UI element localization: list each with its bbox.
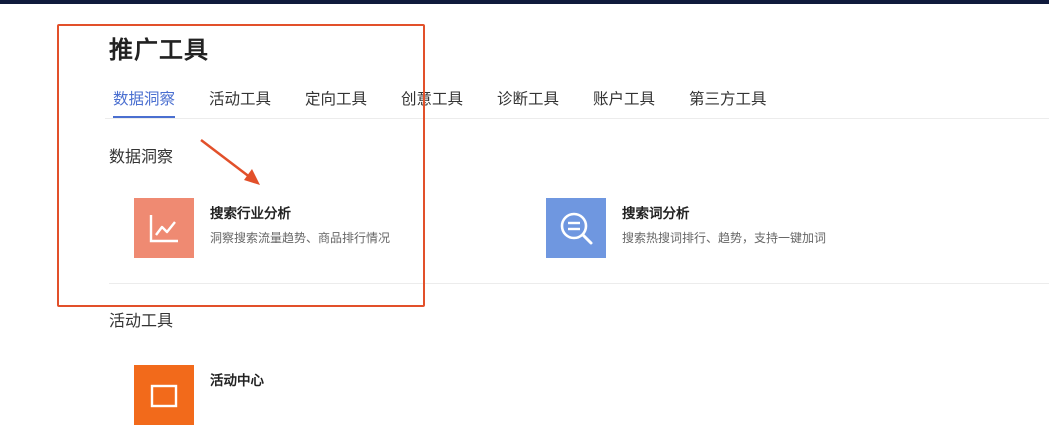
tool-card-search-industry-analysis[interactable]: 搜索行业分析 洞察搜索流量趋势、商品排行情况 xyxy=(134,198,514,260)
tool-description: 搜索热搜词排行、趋势，支持一键加词 xyxy=(622,231,827,245)
page-title: 推广工具 xyxy=(109,36,209,64)
tool-description: 洞察搜索流量趋势、商品排行情况 xyxy=(210,231,391,245)
tool-card-search-term-analysis[interactable]: 搜索词分析 搜索热搜词排行、趋势，支持一键加词 xyxy=(546,198,926,260)
section-title-activity-tools: 活动工具 xyxy=(109,311,174,330)
tab-creative-tools[interactable]: 创意工具 xyxy=(401,86,463,118)
tool-card-activity-center[interactable]: 活动中心 xyxy=(134,365,514,427)
search-word-icon xyxy=(546,198,606,258)
tool-tabs: 数据洞察 活动工具 定向工具 创意工具 诊断工具 账户工具 第三方工具 xyxy=(0,86,1049,119)
tab-diagnosis-tools[interactable]: 诊断工具 xyxy=(497,86,559,118)
tab-data-insight[interactable]: 数据洞察 xyxy=(113,86,176,118)
activity-icon xyxy=(134,365,194,425)
section-title-data-insight: 数据洞察 xyxy=(109,147,174,166)
tool-name: 活动中心 xyxy=(210,373,264,389)
tabs-divider xyxy=(105,118,1049,119)
tab-activity-tools[interactable]: 活动工具 xyxy=(209,86,271,118)
tab-third-party-tools[interactable]: 第三方工具 xyxy=(689,86,767,118)
tool-name: 搜索行业分析 xyxy=(210,206,291,222)
section-divider xyxy=(109,283,1049,284)
tool-name: 搜索词分析 xyxy=(622,206,690,222)
line-chart-icon xyxy=(134,198,194,258)
top-nav-bar xyxy=(0,0,1049,4)
tab-account-tools[interactable]: 账户工具 xyxy=(593,86,655,118)
tab-targeting-tools[interactable]: 定向工具 xyxy=(305,86,367,118)
